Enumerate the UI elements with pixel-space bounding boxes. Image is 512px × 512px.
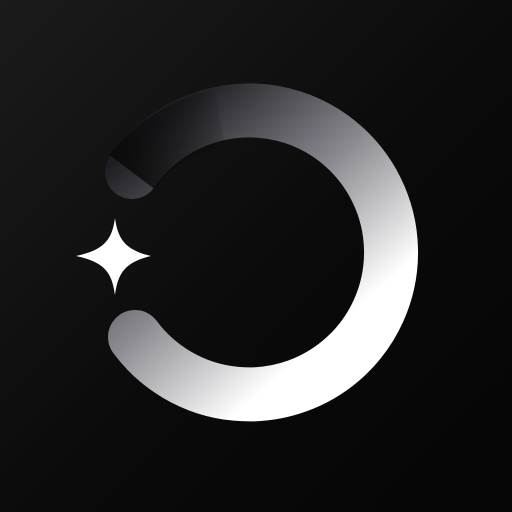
crescent-ring-icon — [105, 83, 419, 422]
logo-mark — [76, 83, 419, 422]
app-icon — [0, 0, 512, 512]
sparkle-star-icon — [76, 218, 151, 295]
